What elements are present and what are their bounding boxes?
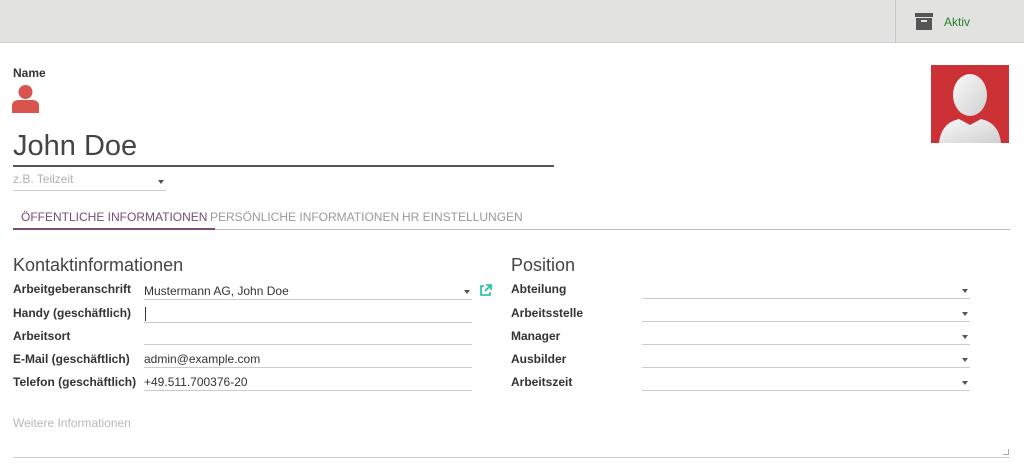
employer-address-value: Mustermann AG, John Doe bbox=[144, 284, 289, 298]
work-location-input[interactable] bbox=[144, 325, 472, 345]
name-label: Name bbox=[13, 66, 46, 80]
chevron-down-icon bbox=[962, 312, 968, 316]
employee-avatar[interactable] bbox=[931, 65, 1009, 143]
notes-placeholder: Weitere Informationen bbox=[13, 416, 131, 430]
chevron-down-icon bbox=[962, 358, 968, 362]
chevron-down-icon bbox=[158, 180, 164, 184]
mobile-phone-label: Handy (geschäftlich) bbox=[13, 306, 132, 320]
working-hours-select[interactable] bbox=[642, 371, 970, 391]
archive-box-icon bbox=[915, 13, 933, 30]
department-label: Abteilung bbox=[511, 282, 567, 296]
department-select[interactable] bbox=[642, 279, 970, 299]
work-email-value: admin@example.com bbox=[144, 352, 261, 366]
active-label: Aktiv bbox=[944, 15, 971, 29]
working-hours-label: Arbeitszeit bbox=[511, 375, 573, 389]
resize-grip-icon[interactable] bbox=[1003, 449, 1009, 455]
work-phone-label: Telefon (geschäftlich) bbox=[13, 375, 137, 389]
work-phone-input[interactable]: +49.511.700376-20 bbox=[144, 371, 472, 391]
tab-hr-settings[interactable]: HR Einstellungen bbox=[394, 203, 531, 230]
tags-select[interactable]: z.B. Teilzeit bbox=[13, 172, 166, 191]
active-toggle-button[interactable]: Aktiv bbox=[895, 0, 1024, 43]
manager-label: Manager bbox=[511, 329, 561, 343]
coach-label: Ausbilder bbox=[511, 352, 567, 366]
job-position-label: Arbeitsstelle bbox=[511, 306, 584, 320]
work-phone-value: +49.511.700376-20 bbox=[144, 375, 248, 389]
work-email-label: E-Mail (geschäftlich) bbox=[13, 352, 130, 366]
additional-notes-textarea[interactable]: Weitere Informationen bbox=[13, 412, 1010, 458]
user-icon bbox=[12, 85, 39, 113]
employee-name-input[interactable] bbox=[13, 127, 554, 167]
work-email-input[interactable]: admin@example.com bbox=[144, 348, 472, 368]
chevron-down-icon bbox=[962, 381, 968, 385]
chevron-down-icon bbox=[962, 289, 968, 293]
position-section-title: Position bbox=[511, 255, 576, 275]
contact-section-title: Kontaktinformationen bbox=[13, 255, 184, 275]
person-silhouette-icon bbox=[939, 74, 1001, 143]
employer-address-label: Arbeitgeberanschrift bbox=[13, 282, 132, 296]
work-location-label: Arbeitsort bbox=[13, 329, 71, 343]
tags-placeholder: z.B. Teilzeit bbox=[13, 172, 74, 186]
external-link-icon[interactable] bbox=[479, 284, 492, 297]
mobile-phone-input[interactable] bbox=[144, 303, 472, 323]
notebook-tabs: Öffentliche Informationen Persönliche In… bbox=[13, 203, 1010, 230]
chevron-down-icon bbox=[962, 335, 968, 339]
manager-select[interactable] bbox=[642, 325, 970, 345]
tab-public-information[interactable]: Öffentliche Informationen bbox=[13, 203, 216, 230]
job-position-select[interactable] bbox=[642, 302, 970, 322]
employer-address-select[interactable]: Mustermann AG, John Doe bbox=[144, 280, 472, 300]
chevron-down-icon bbox=[464, 290, 470, 294]
control-panel: Aktiv bbox=[0, 0, 1024, 43]
coach-select[interactable] bbox=[642, 348, 970, 368]
text-cursor bbox=[145, 307, 146, 321]
tab-personal-information[interactable]: Persönliche Informationen bbox=[202, 203, 407, 230]
